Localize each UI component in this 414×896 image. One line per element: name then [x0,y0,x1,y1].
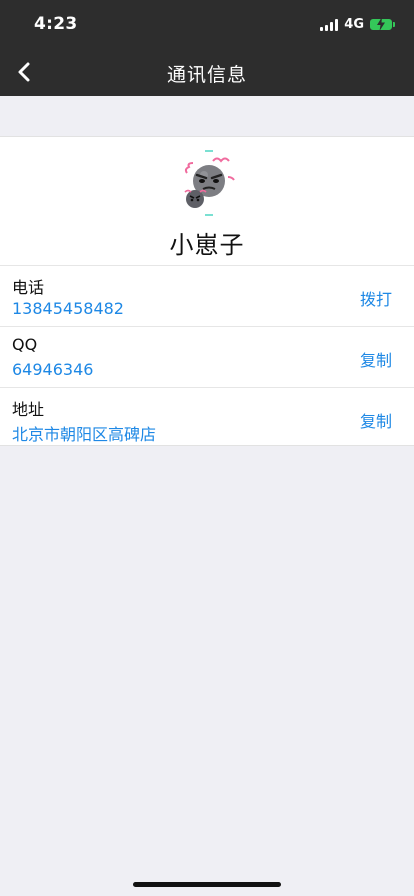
contact-card: 小崽子 电话 13845458482 拨打 QQ 64946346 复制 地址 … [0,136,414,446]
status-time: 4:23 [34,14,78,34]
phone-row: 电话 13845458482 拨打 [0,265,414,326]
home-indicator[interactable] [133,882,281,887]
address-label: 地址 [12,400,45,419]
status-indicators: 4G [320,17,395,32]
page-title: 通讯信息 [166,64,247,86]
signal-icon [320,18,339,31]
address-value[interactable]: 北京市朝阳区高碑店 [12,421,156,445]
copy-address-button[interactable]: 复制 [360,408,392,432]
phone-value[interactable]: 13845458482 [12,299,124,318]
phone-label: 电话 [12,278,45,297]
battery-icon [370,17,395,31]
address-row: 地址 北京市朝阳区高碑店 复制 [0,387,414,447]
angry-face-avatar-icon [184,150,235,216]
nav-bar: 通讯信息 [0,48,414,96]
qq-row: QQ 64946346 复制 [0,326,414,387]
contact-name: 小崽子 [169,231,245,259]
call-button[interactable]: 拨打 [360,286,392,310]
avatar [173,147,241,219]
status-bar: 4:23 4G [0,0,414,48]
screen: 4:23 4G 通讯信息 小崽子 电话 13845458482 拨打 QQ 64… [0,0,414,896]
qq-label: QQ [12,335,38,354]
network-type: 4G [344,17,364,32]
copy-qq-button[interactable]: 复制 [360,347,392,371]
qq-value[interactable]: 64946346 [12,360,93,379]
